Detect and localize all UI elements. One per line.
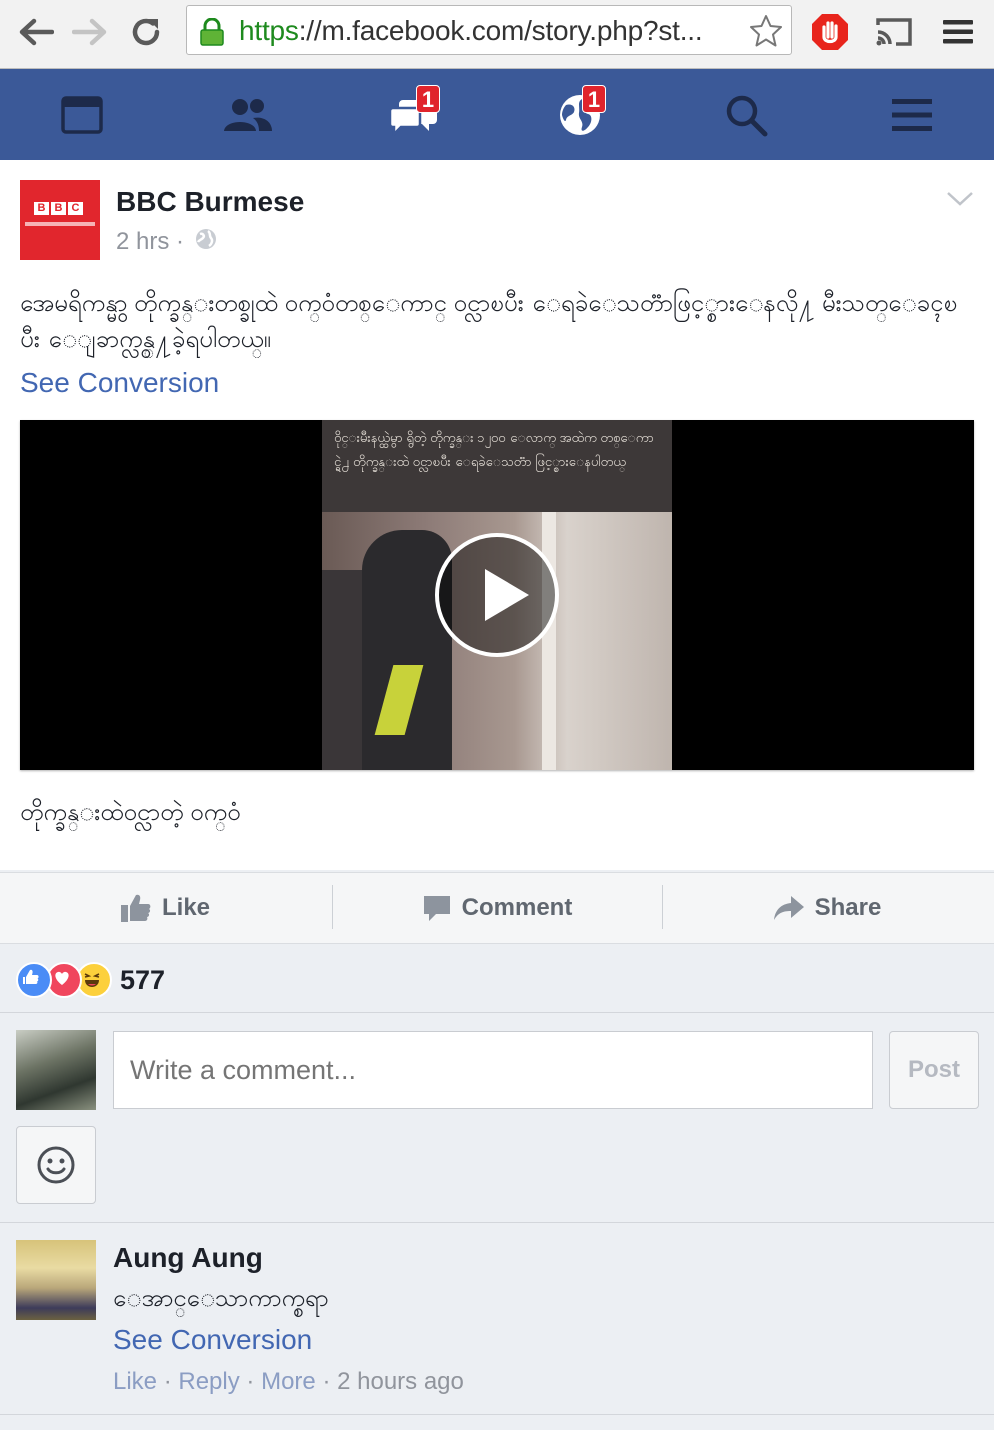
- like-label: Like: [161, 894, 211, 921]
- like-button[interactable]: Like: [0, 873, 330, 943]
- logo-subtitle-bar: [25, 222, 95, 226]
- tab-menu[interactable]: [852, 69, 972, 160]
- reactions-summary[interactable]: 577: [16, 960, 165, 1000]
- post-action-bar: Like Comment Share: [0, 872, 994, 944]
- tab-news-feed[interactable]: [22, 69, 142, 160]
- emoji-button[interactable]: [16, 1126, 96, 1204]
- comment-action-separator: ·: [322, 1368, 331, 1395]
- lock-icon: [199, 17, 225, 51]
- browser-menu-button[interactable]: [936, 10, 980, 54]
- post-author[interactable]: BBC Burmese: [116, 186, 304, 218]
- forward-button[interactable]: [68, 10, 112, 54]
- hamburger-icon: [943, 20, 973, 44]
- story-post: B B C BBC Burmese 2 hrs · အေမရိကန္မွာ တိ…: [0, 160, 994, 870]
- comment-reply-link[interactable]: Reply: [178, 1368, 239, 1395]
- comment-bubble-icon: [423, 896, 450, 921]
- tab-friend-requests[interactable]: [188, 69, 308, 160]
- comment-see-conversion-link[interactable]: See Conversion: [113, 1324, 312, 1356]
- comment-more-link[interactable]: More: [261, 1368, 316, 1395]
- share-button[interactable]: Share: [662, 873, 992, 943]
- tab-messages[interactable]: 1: [354, 69, 474, 160]
- video-title: တိုက္ခန္းထဲဝင္လာတဲ့ ဝက္ဝံ: [20, 799, 241, 826]
- comment-label: Comment: [461, 894, 573, 921]
- browser-toolbar: https://m.facebook.com/story.php?st...: [0, 0, 994, 69]
- bbc-logo-letters: B B C: [34, 202, 83, 215]
- adblock-button[interactable]: [808, 10, 852, 54]
- messages-badge: 1: [416, 85, 440, 113]
- video-thumbnail-caption: ဝိုင္းမီးနယ္ထဲမွာ ရွိတဲ့ တိုက္ခန္း ၁၂၀၀ …: [322, 420, 672, 512]
- section-divider: [0, 1222, 994, 1223]
- comment-time: 2 hours ago: [337, 1368, 464, 1395]
- comment-like-link[interactable]: Like: [113, 1368, 157, 1395]
- cast-icon: [876, 18, 912, 46]
- news-feed-icon: [61, 95, 103, 134]
- back-arrow-icon: [19, 18, 54, 46]
- see-conversion-link[interactable]: See Conversion: [20, 367, 219, 399]
- post-options-chevron-icon[interactable]: [946, 190, 974, 213]
- reload-button[interactable]: [124, 10, 168, 54]
- thumbnail-wall: [542, 512, 556, 770]
- comment-actions: Like · Reply · More · 2 hours ago: [113, 1368, 464, 1396]
- menu-icon: [892, 98, 932, 131]
- address-bar[interactable]: https://m.facebook.com/story.php?st...: [186, 5, 792, 55]
- friends-icon: [224, 98, 272, 131]
- share-label: Share: [814, 894, 882, 921]
- bookmark-star-icon[interactable]: [749, 14, 783, 53]
- public-globe-icon: [195, 228, 217, 257]
- forward-arrow-icon: [72, 18, 107, 46]
- comment-text: ေအာင္ေသာကာက္စရာ: [113, 1285, 329, 1312]
- post-meta: 2 hrs ·: [116, 228, 217, 257]
- meta-separator: ·: [176, 228, 185, 255]
- section-divider: [0, 1012, 994, 1013]
- search-icon: [726, 95, 768, 136]
- comment-input[interactable]: [113, 1031, 873, 1109]
- cast-button[interactable]: [872, 10, 916, 54]
- back-button[interactable]: [14, 10, 58, 54]
- bbc-burmese-logo[interactable]: B B C: [20, 180, 100, 260]
- comment-button[interactable]: Comment: [332, 873, 662, 943]
- current-user-avatar[interactable]: [16, 1030, 96, 1110]
- tab-notifications[interactable]: 1: [520, 69, 640, 160]
- notifications-badge: 1: [582, 85, 606, 113]
- tab-search[interactable]: [686, 69, 806, 160]
- video-player[interactable]: ဝိုင္းမီးနယ္ထဲမွာ ရွိတဲ့ တိုက္ခန္း ၁၂၀၀ …: [20, 420, 974, 770]
- share-arrow-icon: [773, 896, 804, 920]
- smiley-icon: [37, 1146, 75, 1184]
- commenter-avatar[interactable]: [16, 1240, 96, 1320]
- reaction-count: 577: [120, 964, 166, 995]
- post-comment-button[interactable]: Post: [889, 1031, 979, 1109]
- post-body-text: အေမရိကန္မွာ တိုက္ခန္းတစ္ခုထဲ ဝက္ဝံတစ္ေကာ…: [20, 290, 958, 353]
- reload-icon: [132, 18, 160, 46]
- stop-hand-icon: [812, 14, 848, 50]
- post-time[interactable]: 2 hrs: [116, 228, 169, 255]
- comment-action-separator: ·: [246, 1368, 255, 1395]
- play-icon[interactable]: [435, 533, 559, 657]
- url-text: https://m.facebook.com/story.php?st...: [239, 15, 703, 46]
- section-divider: [0, 1414, 994, 1415]
- commenter-name[interactable]: Aung Aung: [113, 1242, 263, 1274]
- comment-action-separator: ·: [163, 1368, 172, 1395]
- thumbs-up-icon: [120, 894, 151, 922]
- like-reaction-icon: [16, 962, 52, 998]
- facebook-nav-bar: 1 1: [0, 69, 994, 160]
